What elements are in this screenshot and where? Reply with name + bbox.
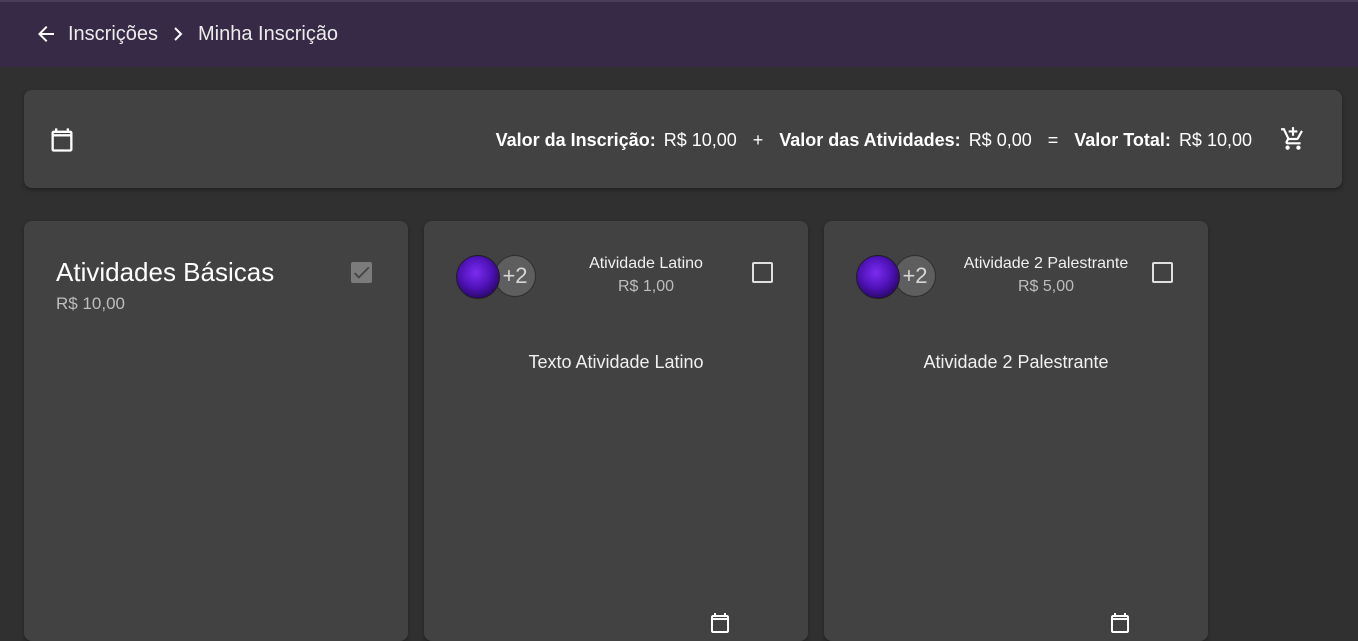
avatar-more-count[interactable]: +2 (494, 255, 536, 297)
plus-operator: + (752, 129, 764, 150)
calendar-icon[interactable] (48, 126, 76, 154)
check-icon (353, 266, 370, 279)
activities-value-label: Valor das Atividades: (779, 129, 961, 150)
total-value: R$ 10,00 (1178, 129, 1252, 150)
calendar-icon[interactable] (708, 611, 732, 635)
card-price: R$ 1,00 (617, 278, 675, 295)
calendar-icon[interactable] (1108, 611, 1132, 635)
card-title: Atividades Básicas (56, 257, 275, 287)
price-summary-card: Valor da Inscrição: R$ 10,00 + Valor das… (24, 90, 1342, 188)
cart-add-icon[interactable] (1280, 126, 1306, 152)
breadcrumb-inscricoes[interactable]: Inscrições (68, 22, 158, 46)
select-activity-checkbox[interactable] (752, 262, 773, 283)
card-price: R$ 5,00 (1017, 278, 1075, 295)
select-activity-checkbox[interactable] (1152, 262, 1173, 283)
checkbox-checked (351, 262, 372, 283)
registration-value-label: Valor da Inscrição: (495, 129, 656, 150)
avatar-more-count[interactable]: +2 (894, 255, 936, 297)
equals-operator: = (1047, 129, 1059, 150)
activity-card-latino: +2 Atividade Latino R$ 1,00 Texto Ativid… (424, 221, 808, 641)
activity-card-palestrante: +2 Atividade 2 Palestrante R$ 5,00 Ativi… (824, 221, 1208, 641)
avatar (456, 255, 500, 299)
card-price: R$ 10,00 (56, 294, 125, 313)
registration-value: R$ 10,00 (663, 129, 737, 150)
breadcrumb-minha-inscricao: Minha Inscrição (198, 23, 339, 45)
chevron-right-icon (174, 27, 183, 41)
activities-value: R$ 0,00 (968, 129, 1032, 150)
card-title: Atividade 2 Palestrante (963, 255, 1129, 272)
top-app-bar: Inscrições Minha Inscrição (0, 0, 1358, 67)
card-description: Atividade 2 Palestrante (923, 352, 1109, 372)
price-summary-line: Valor da Inscrição: R$ 10,00 + Valor das… (496, 128, 1252, 152)
card-description: Texto Atividade Latino (528, 352, 704, 372)
arrow-left-icon[interactable] (34, 22, 58, 46)
avatar (856, 255, 900, 299)
card-title: Atividade Latino (589, 255, 703, 272)
activity-card-basic: Atividades Básicas R$ 10,00 (24, 221, 408, 641)
total-value-label: Valor Total: (1074, 129, 1171, 150)
